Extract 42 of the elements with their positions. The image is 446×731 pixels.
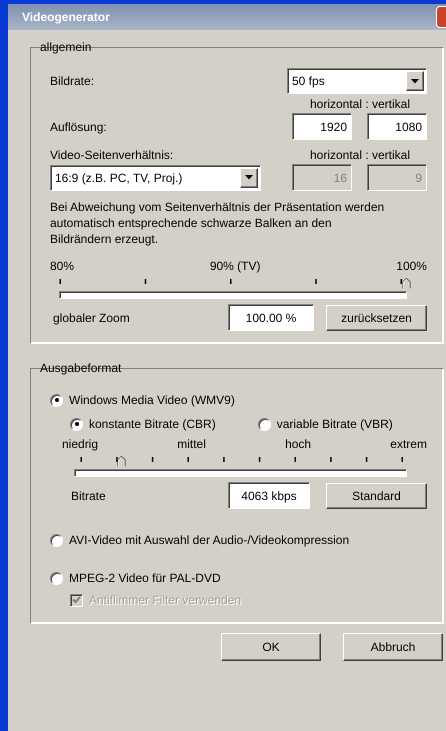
frame-rate-dropdown[interactable]: 50 fps [287, 68, 427, 94]
field-label: Bildrate: [50, 74, 94, 88]
standard-button[interactable]: Standard [326, 482, 427, 508]
radio-option[interactable]: konstante Bitrate (CBR) [70, 417, 216, 431]
reset-button[interactable]: zurücksetzen [326, 304, 427, 330]
caret-icon [411, 78, 419, 84]
input-field[interactable]: 4063 kbps [228, 482, 310, 509]
radio-indicator[interactable] [258, 418, 271, 430]
radio-indicator[interactable] [50, 534, 63, 546]
field-label: Bitrate [71, 488, 106, 502]
radio-option[interactable]: AVI-Video mit Auswahl der Audio-/Videokompression [50, 533, 350, 547]
field-label: Auflösung: [50, 120, 107, 134]
tick-label: niedrig [62, 437, 98, 451]
info-text: Bei Abweichung vom Seitenverhältnis der Präsentation werden automatisch entsprechende schwarze Balken an den Bildrändern erzeugt. [50, 199, 386, 247]
field-label: globaler Zoom [53, 310, 130, 324]
dropdown-button[interactable] [406, 71, 424, 91]
window-title: Videogenerator [22, 10, 110, 24]
checkmark-icon [72, 596, 81, 604]
group-label: allgemein [39, 40, 92, 54]
radio-option[interactable]: Windows Media Video (WMV9) [50, 393, 235, 407]
input-field[interactable]: 100.00 % [228, 304, 314, 331]
tick-label: 90% (TV) [210, 259, 260, 273]
column-header: horizontal : vertikal [308, 148, 412, 162]
group-label: Ausgabeformat [39, 361, 122, 375]
radio-indicator[interactable] [70, 418, 83, 430]
dialog-button[interactable]: OK [221, 633, 321, 661]
input-field[interactable]: 1920 [292, 113, 352, 140]
tick-label: mittel [177, 437, 206, 451]
radio-option[interactable]: MPEG-2 Video für PAL-DVD [50, 571, 221, 585]
input-field[interactable]: 1080 [367, 113, 427, 140]
field-label: Video-Seitenverhältnis: [50, 148, 174, 162]
column-header: horizontal : vertikal [308, 97, 412, 111]
radio-option[interactable]: variable Bitrate (VBR) [258, 417, 393, 431]
tick-label: hoch [285, 437, 312, 451]
dialog-button[interactable]: Abbruch [343, 633, 443, 661]
dropdown-button[interactable] [240, 168, 258, 188]
tick-label: extrem [390, 437, 427, 451]
radio-indicator[interactable] [50, 572, 63, 584]
caret-icon [245, 175, 253, 180]
radio-indicator[interactable] [50, 394, 63, 406]
tick-label: 100% [396, 259, 427, 273]
tick-label: 80% [50, 259, 74, 273]
